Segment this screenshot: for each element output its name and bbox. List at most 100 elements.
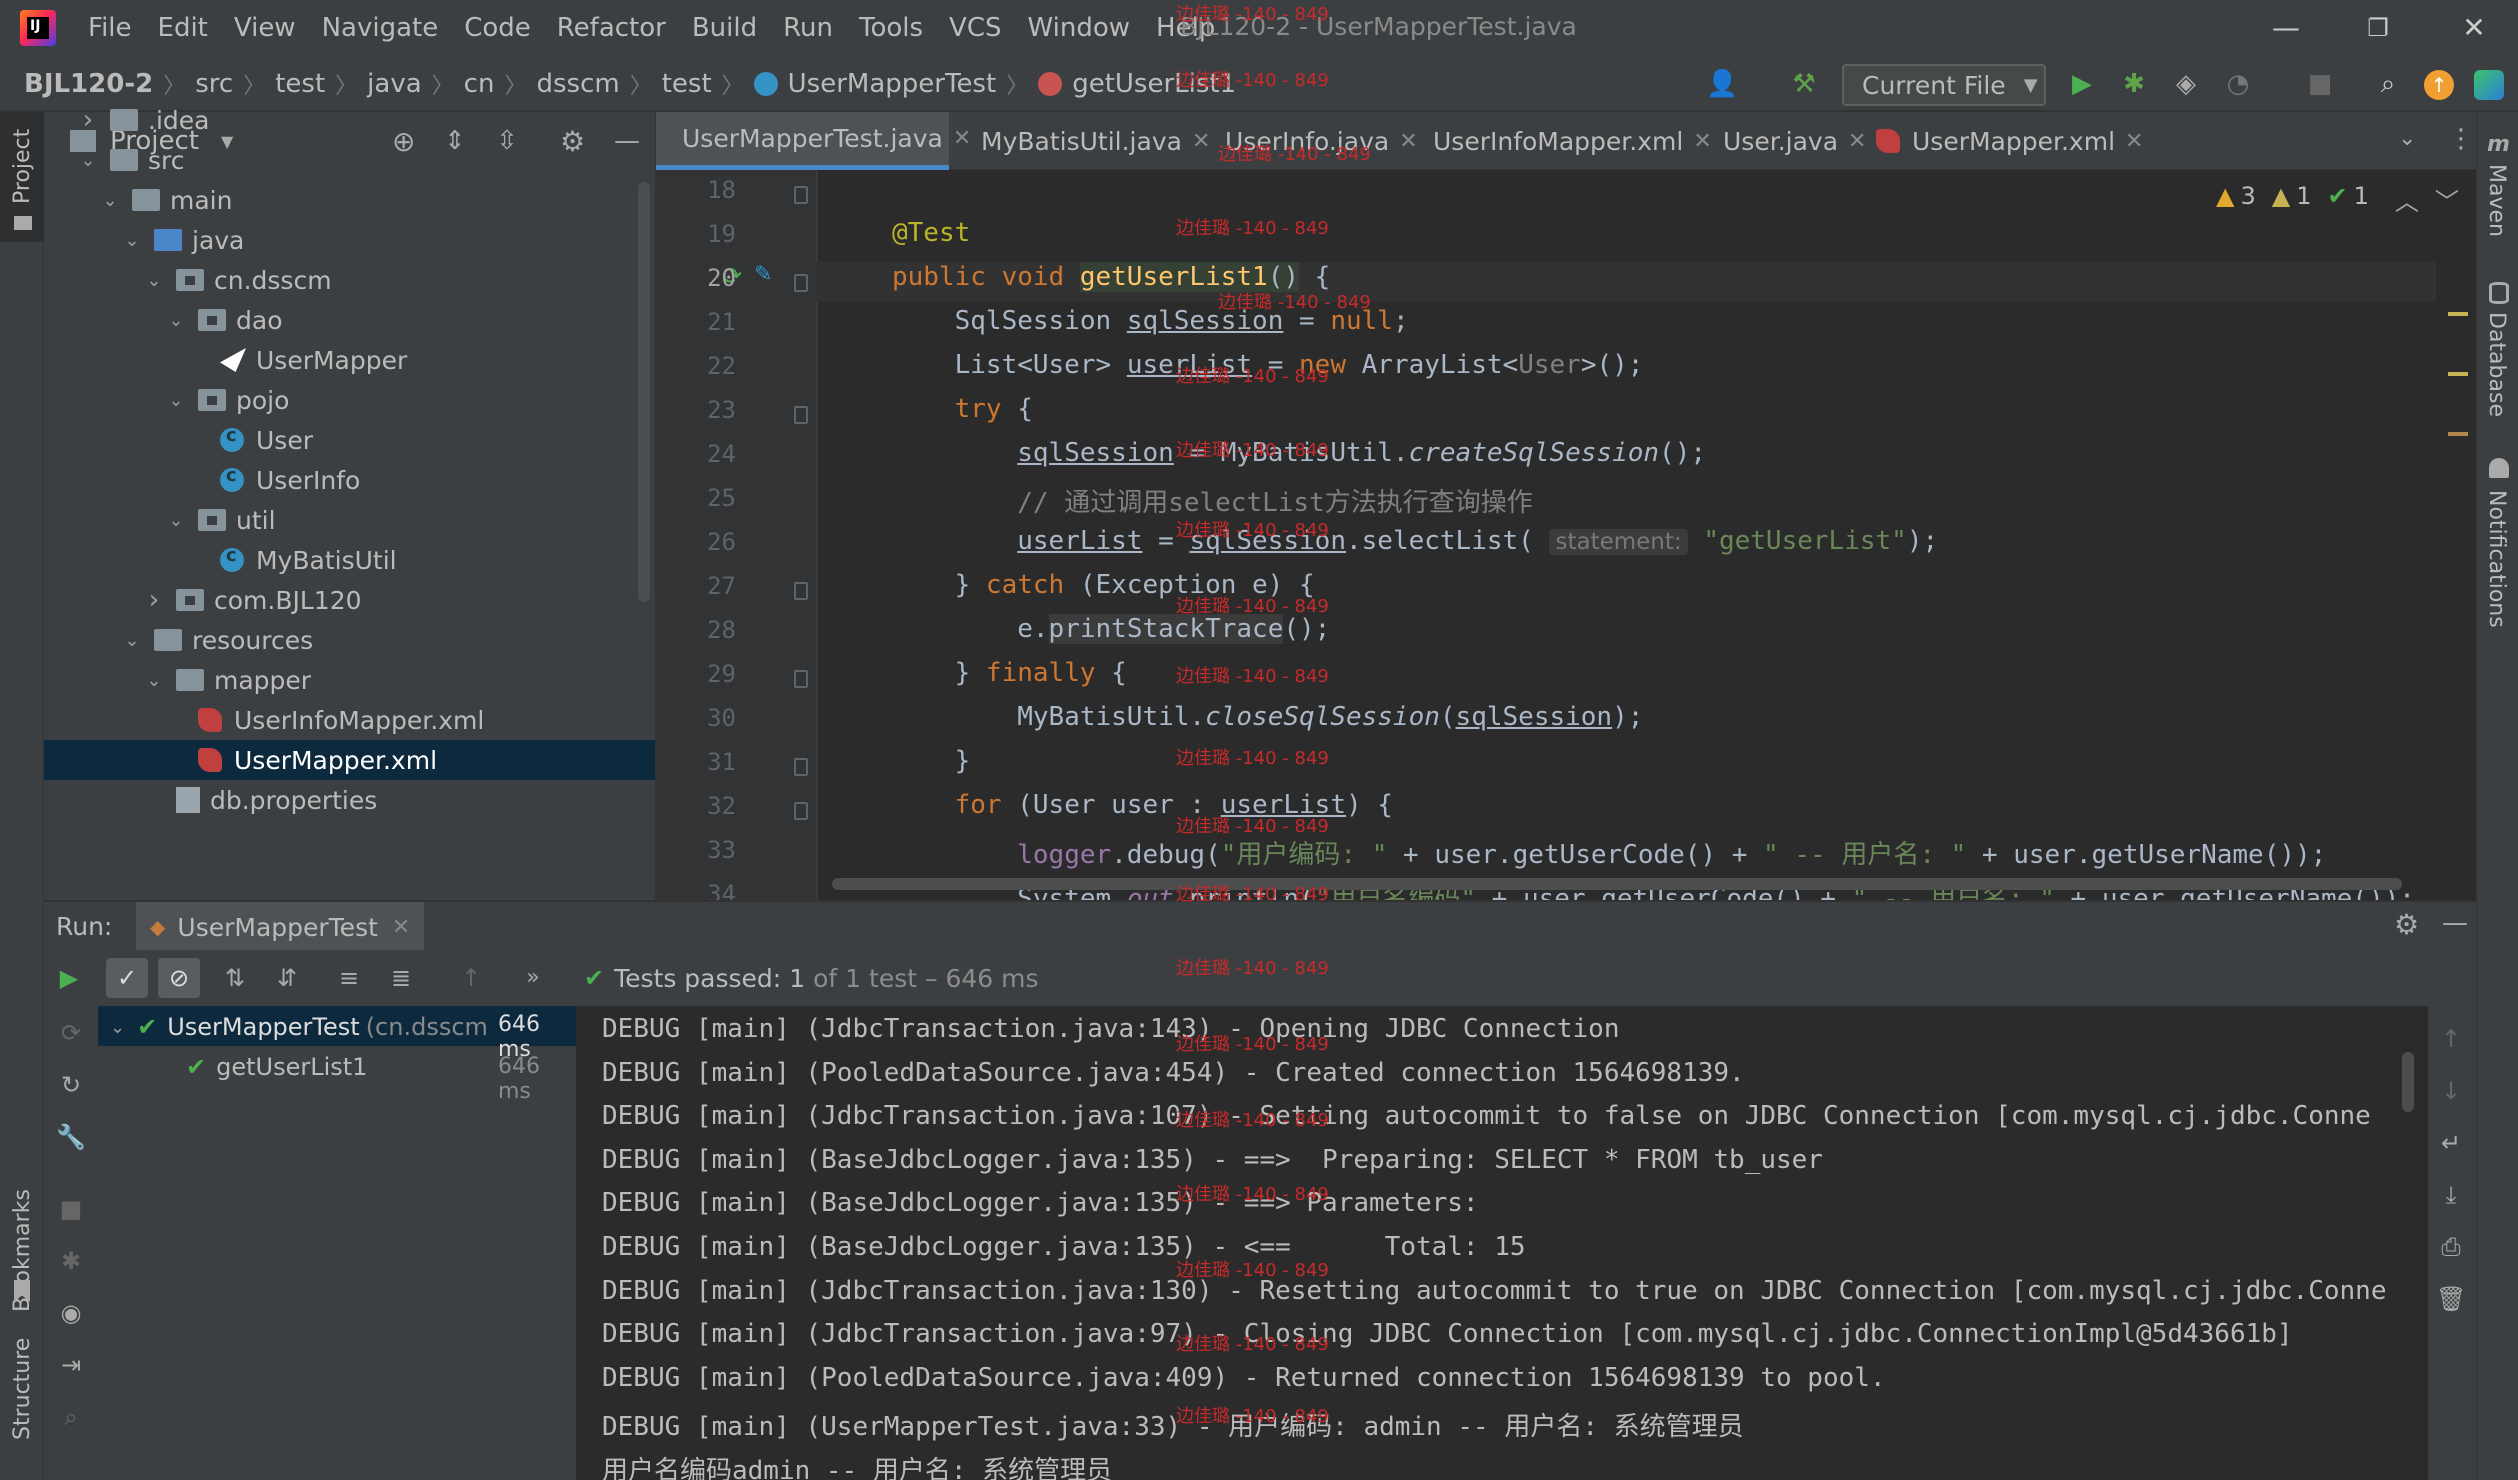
breadcrumb-item[interactable]: BJL120-2 <box>24 69 153 99</box>
sort-duration-icon[interactable]: ⇵ <box>272 963 302 993</box>
tree-item[interactable]: ⌄ mapper <box>44 660 655 700</box>
chevron-down-icon[interactable]: ⌄ <box>78 150 98 171</box>
breadcrumb-item[interactable]: test <box>662 69 712 99</box>
tree-item[interactable]: ⌄ java <box>44 220 655 260</box>
toolbox-icon[interactable] <box>2474 70 2504 100</box>
menu-item-run[interactable]: Run <box>783 13 833 43</box>
coverage-icon[interactable]: ◈ <box>2170 68 2202 100</box>
code-line[interactable]: MyBatisUtil.closeSqlSession(sqlSession); <box>892 702 1643 732</box>
menu-item-navigate[interactable]: Navigate <box>322 13 439 43</box>
error-stripe-mark[interactable] <box>2448 432 2468 436</box>
close-tab-icon[interactable]: ✕ <box>392 915 410 940</box>
chevron-right-icon[interactable]: › <box>78 105 98 135</box>
stop-icon[interactable]: ■ <box>56 1194 86 1224</box>
prev-highlight-icon[interactable]: ︿ <box>2395 182 2419 217</box>
code-line[interactable]: try { <box>892 394 1033 424</box>
code-line[interactable]: @Test <box>892 218 970 248</box>
tree-item[interactable]: ⌄ cn.dsscm <box>44 260 655 300</box>
menu-item-vcs[interactable]: VCS <box>949 13 1001 43</box>
tree-item[interactable]: ⌄ util <box>44 500 655 540</box>
tree-item[interactable]: UserMapper <box>44 340 655 380</box>
chevron-down-icon[interactable]: ⌄ <box>166 310 186 331</box>
menu-item-file[interactable]: File <box>88 13 132 43</box>
menu-item-window[interactable]: Window <box>1028 13 1131 43</box>
restore-icon[interactable]: ❐ <box>2358 8 2398 48</box>
fold-icon[interactable] <box>794 758 808 776</box>
project-stripe-label[interactable]: Project <box>10 129 35 204</box>
menu-item-view[interactable]: View <box>234 13 296 43</box>
breadcrumb-item[interactable]: test <box>275 69 325 99</box>
fold-icon[interactable] <box>794 406 808 424</box>
notifications-stripe-label[interactable]: Notifications <box>2484 490 2509 628</box>
tree-item[interactable]: ⌄ dao <box>44 300 655 340</box>
more-icon[interactable]: ⋮ <box>2448 124 2474 154</box>
chevron-down-icon[interactable]: ⌄ <box>122 230 142 251</box>
tabs-dropdown-icon[interactable]: ⌄ <box>2398 126 2416 151</box>
dump-threads-icon[interactable]: ✱ <box>56 1246 86 1276</box>
chevron-down-icon[interactable]: ⌄ <box>100 190 120 211</box>
code-editor[interactable]: ⟳ ✎ 18 19 20 21 22 23 24 25 26 27 28 29 30 31 32 33 34 @T… <box>656 170 2476 914</box>
chevron-down-icon[interactable]: ⌄ <box>144 670 164 691</box>
code-line[interactable]: } finally { <box>892 658 1127 688</box>
run-config-select[interactable]: Current File ▼ <box>1842 64 2046 106</box>
tree-item[interactable]: UserInfoMapper.xml <box>44 700 655 740</box>
tree-item[interactable]: MyBatisUtil <box>44 540 655 580</box>
error-stripe-mark[interactable] <box>2448 372 2468 376</box>
fold-icon[interactable] <box>794 802 808 820</box>
chevron-right-icon[interactable]: › <box>144 585 164 615</box>
maven-stripe-label[interactable]: Maven <box>2484 164 2509 237</box>
show-ignored-icon[interactable]: ⊘ <box>158 958 200 998</box>
editor-tab[interactable]: UserMapperTest.java ✕ <box>656 112 971 170</box>
gear-icon[interactable]: ⚙ <box>2394 908 2419 941</box>
breadcrumb-item[interactable]: UserMapperTest <box>788 69 997 99</box>
menu-item-edit[interactable]: Edit <box>158 13 208 43</box>
editor-tab[interactable]: UserMapper.xml ✕ <box>1862 112 2177 170</box>
run-tab[interactable]: ◆ UserMapperTest ✕ <box>136 902 425 952</box>
tree-item[interactable]: ⌄ main <box>44 180 655 220</box>
more-actions-icon[interactable]: » <box>518 963 548 993</box>
fold-icon[interactable] <box>794 186 808 204</box>
clear-all-icon[interactable]: 🗑 <box>2436 1284 2466 1314</box>
update-icon[interactable]: ↑ <box>2424 70 2454 100</box>
profile-icon[interactable]: ◔ <box>2222 68 2254 100</box>
camera-icon[interactable]: ◉ <box>56 1298 86 1328</box>
fold-icon[interactable] <box>794 582 808 600</box>
search-icon[interactable]: ⌕ <box>2372 68 2404 100</box>
close-window-icon[interactable]: ✕ <box>2454 8 2494 48</box>
menu-item-refactor[interactable]: Refactor <box>557 13 666 43</box>
error-stripe-mark[interactable] <box>2448 312 2468 316</box>
build-hammer-icon[interactable]: ⚒ <box>1788 68 1820 100</box>
tree-item[interactable]: UserMapper.xml <box>44 740 655 780</box>
print-icon[interactable]: ⎙ <box>2436 1232 2466 1262</box>
tree-item[interactable]: ⌄ resources <box>44 620 655 660</box>
scroll-down-icon[interactable]: ↓ <box>2436 1076 2466 1106</box>
code-line[interactable]: // 通过调用selectList方法执行查询操作 <box>892 482 1533 519</box>
structure-stripe-label[interactable]: Structure <box>10 1338 35 1440</box>
hide-panel-icon[interactable]: — <box>2442 908 2468 938</box>
chevron-down-icon[interactable]: ⌄ <box>144 270 164 291</box>
menu-item-tools[interactable]: Tools <box>859 13 923 43</box>
menu-item-code[interactable]: Code <box>464 13 531 43</box>
code-line[interactable]: e.printStackTrace(); <box>892 614 1330 644</box>
tree-scrollbar[interactable] <box>638 182 650 602</box>
breadcrumb-item[interactable]: src <box>195 69 233 99</box>
console-output[interactable]: DEBUG [main] (JdbcTransaction.java:143) … <box>580 1006 2428 1480</box>
user-icon[interactable]: 👤 <box>1706 68 1738 100</box>
code-line[interactable]: logger.debug("用户编码: " + user.getUserCode… <box>892 834 2326 871</box>
test-case-row[interactable]: ✔ getUserList1 <box>186 1052 367 1082</box>
tree-item[interactable]: › com.BJL120 <box>44 580 655 620</box>
scroll-to-end-icon[interactable]: ⤓ <box>2436 1180 2466 1210</box>
breadcrumb-item[interactable]: cn <box>464 69 495 99</box>
rerun-icon[interactable]: ▶ <box>54 963 84 993</box>
collapse-all-icon[interactable]: ≣ <box>386 963 416 993</box>
fold-icon[interactable] <box>794 670 808 688</box>
sort-alpha-icon[interactable]: ⇅ <box>220 963 250 993</box>
code-line[interactable]: } <box>892 746 971 776</box>
expand-all-icon[interactable]: ≡ <box>334 963 364 993</box>
test-suite-row[interactable]: ⌄ ✔ UserMapperTest (cn.dsscm <box>110 1012 520 1042</box>
next-highlight-icon[interactable]: ﹀ <box>2435 182 2459 217</box>
breadcrumb-item[interactable]: java <box>367 69 421 99</box>
prev-failed-icon[interactable]: ↑ <box>456 963 486 993</box>
scroll-up-icon[interactable]: ↑ <box>2436 1024 2466 1054</box>
tree-item[interactable]: User <box>44 420 655 460</box>
